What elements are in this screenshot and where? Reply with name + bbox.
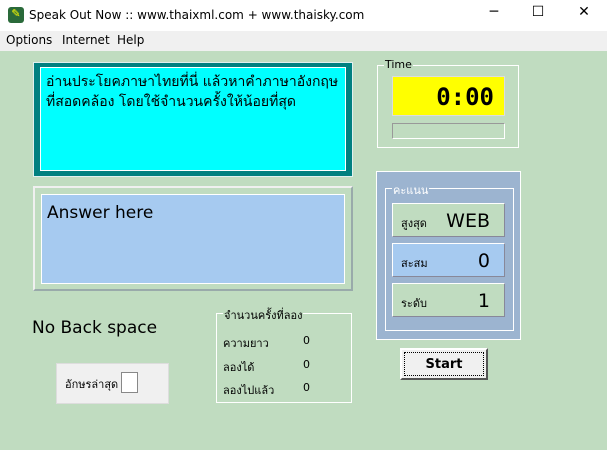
last-letter-label: อักษรล่าสุด [65,378,119,391]
no-backspace-label: No Back space [32,318,158,338]
attempts-group: จำนวนครั้งที่ลอง ความยาว 0 ลองได้ 0 ลองไ… [216,306,352,403]
score-row-high: สูงสุด WEB [392,203,505,237]
last-letter-panel: อักษรล่าสุด [56,363,169,404]
maximize-button[interactable]: ☐ [528,4,548,20]
score-row-label: สะสม [401,257,428,270]
score-row-level: ระดับ 1 [392,283,505,317]
close-button[interactable]: ✕ [574,4,594,20]
answer-input[interactable]: Answer here [41,194,345,284]
app-icon: ✎ [8,7,24,23]
attempts-row-value: 0 [303,381,310,394]
score-row-total: สะสม 0 [392,243,505,277]
score-group: คะแนน สูงสุด WEB สะสม 0 ระดับ 1 [385,181,514,331]
score-panel: คะแนน สูงสุด WEB สะสม 0 ระดับ 1 [376,171,521,340]
score-row-value: WEB [446,210,490,232]
time-progress-bar [392,123,505,139]
question-text: อ่านประโยคภาษาไทยที่นี่ แล้วหาคำภาษาอังก… [40,67,346,171]
attempts-label: จำนวนครั้งที่ลอง [223,306,304,324]
question-panel: อ่านประโยคภาษาไทยที่นี่ แล้วหาคำภาษาอังก… [33,62,353,177]
menu-options[interactable]: Options [6,33,52,47]
minimize-button[interactable]: ─ [484,4,504,20]
menu-help[interactable]: Help [117,33,144,47]
attempts-row-value: 0 [303,334,310,347]
start-button[interactable]: Start [400,348,488,380]
time-label: Time [384,58,413,71]
menu-bar: Options Internet Help [0,31,607,51]
last-letter-box [121,372,138,393]
score-row-label: สูงสุด [401,217,427,230]
score-label: คะแนน [392,181,430,199]
title-bar: ✎ Speak Out Now :: www.thaixml.com + www… [0,0,607,31]
score-row-label: ระดับ [401,297,427,310]
attempts-row-label: ความยาว [223,337,269,350]
time-group: Time 0:00 [377,58,519,148]
attempts-row-label: ลองไปแล้ว [223,384,275,397]
window-title: Speak Out Now :: www.thaixml.com + www.t… [29,8,365,22]
score-row-value: 1 [477,290,490,312]
timer-display: 0:00 [392,76,505,116]
menu-internet[interactable]: Internet [62,33,110,47]
score-row-value: 0 [477,250,490,272]
answer-panel: Answer here [33,186,353,291]
attempts-row-label: ลองได้ [223,361,255,374]
attempts-row-value: 0 [303,358,310,371]
